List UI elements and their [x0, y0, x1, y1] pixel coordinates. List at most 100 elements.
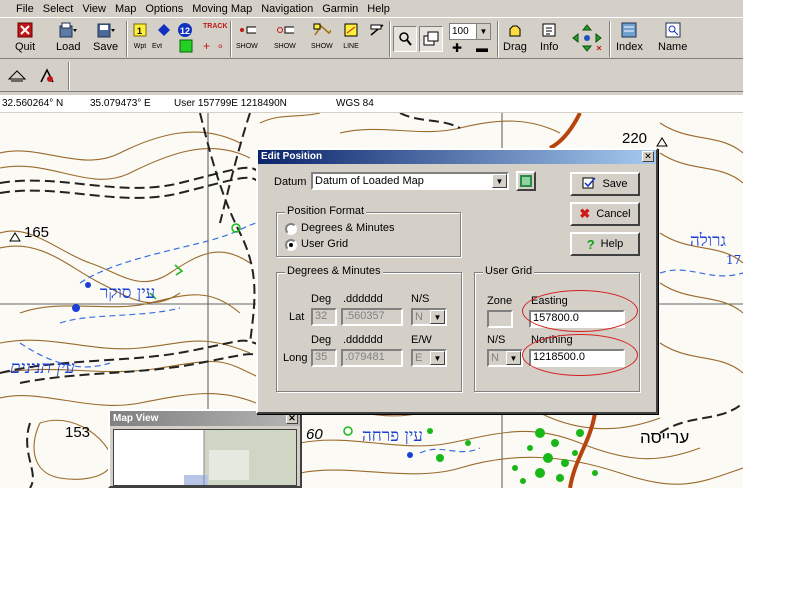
- toolbar-separator: [126, 21, 128, 57]
- menu-map[interactable]: Map: [115, 3, 136, 15]
- deg-header: Deg: [311, 334, 332, 346]
- deg-header: Deg: [311, 293, 332, 305]
- datum-map-button[interactable]: [516, 171, 536, 191]
- cancel-button[interactable]: ✖ Cancel: [570, 202, 640, 226]
- chevron-down-icon[interactable]: ▼: [476, 24, 490, 39]
- menu-view[interactable]: View: [82, 3, 106, 15]
- long-hemisphere-select[interactable]: E ▼: [411, 349, 447, 367]
- name-button[interactable]: Name: [658, 21, 687, 57]
- chevron-down-icon[interactable]: ▼: [506, 351, 521, 365]
- menu-options[interactable]: Options: [145, 3, 183, 15]
- chevron-down-icon[interactable]: ▼: [430, 351, 445, 365]
- menu-select[interactable]: Select: [43, 3, 74, 15]
- zoom-level-value: 100: [452, 26, 469, 37]
- waypoint-label: Wpt: [133, 43, 147, 50]
- chevron-down-icon[interactable]: ▼: [430, 310, 445, 324]
- map-place-label: עין סוקר: [100, 283, 156, 303]
- lat-hemisphere-select[interactable]: N ▼: [411, 308, 447, 326]
- svg-text:12: 12: [180, 26, 190, 36]
- magnifier-icon: [396, 30, 414, 48]
- long-decimal-value: .079481: [345, 351, 385, 363]
- long-decimal-field[interactable]: .079481: [341, 349, 403, 367]
- toolbar-separator: [389, 21, 391, 57]
- lat-degrees-value: 32: [315, 310, 328, 322]
- lat-decimal-value: .560357: [345, 310, 385, 322]
- show-label-1: SHOW: [236, 43, 258, 50]
- points-icon: [276, 21, 294, 39]
- map-view-title: Map View: [113, 413, 159, 424]
- help-button[interactable]: ? Help: [570, 232, 640, 256]
- menu-file[interactable]: File: [16, 3, 34, 15]
- zone-field[interactable]: [487, 310, 513, 328]
- cancel-x-icon: ✖: [579, 206, 591, 221]
- save-label: Save: [93, 41, 119, 53]
- save-button[interactable]: Save: [570, 172, 640, 196]
- datum-label: Datum: [274, 176, 307, 188]
- track-label: TRACK: [203, 23, 228, 30]
- save-icon: [97, 21, 115, 39]
- grid-ns-label: N/S: [487, 334, 506, 346]
- map-place-label: גרולה: [690, 231, 727, 251]
- diamond-icon: [155, 21, 173, 39]
- save-button[interactable]: Save: [93, 21, 118, 57]
- info-button[interactable]: Info: [540, 21, 558, 57]
- toolbar-separator: [497, 21, 499, 57]
- degrees-minutes-radio[interactable]: [285, 223, 297, 235]
- settings-tools-icon[interactable]: [38, 68, 56, 87]
- close-icon[interactable]: ✕: [642, 151, 654, 162]
- long-hemisphere-value: E: [415, 352, 423, 364]
- save-check-icon: [582, 177, 597, 192]
- show-route-button[interactable]: SHOW: [311, 21, 333, 57]
- user-grid-group-label: User Grid: [483, 265, 535, 277]
- event-label: Evt: [152, 43, 163, 50]
- decimal-header: .dddddd: [343, 334, 383, 346]
- map-view-window[interactable]: Map View ✕: [108, 409, 302, 488]
- dialog-title: Edit Position: [261, 151, 323, 162]
- load-button[interactable]: Load: [56, 21, 80, 57]
- show-track-button[interactable]: SHOW: [236, 21, 258, 57]
- pan-button[interactable]: [570, 21, 604, 57]
- lat-decimal-field[interactable]: .560357: [341, 308, 403, 326]
- quit-icon: [16, 21, 34, 39]
- line-measure-button[interactable]: [368, 21, 386, 57]
- chevron-down-icon[interactable]: ▼: [492, 174, 507, 188]
- load-label: Load: [56, 41, 81, 53]
- measure-icon: [368, 21, 386, 39]
- zoom-out-icon: ▬: [476, 41, 488, 55]
- lat-degrees-field[interactable]: 32: [311, 308, 337, 326]
- long-label: Long: [283, 352, 308, 364]
- menu-navigation[interactable]: Navigation: [261, 3, 313, 15]
- grid-ns-select[interactable]: N ▼: [487, 349, 523, 367]
- degrees-minutes-option-label[interactable]: Degrees & Minutes: [301, 222, 395, 234]
- toolbar-separator: [230, 21, 232, 57]
- show-points-button[interactable]: SHOW: [274, 21, 296, 57]
- line-icon: [342, 21, 360, 39]
- grid-ns-value: N: [491, 352, 499, 364]
- long-degrees-field[interactable]: 35: [311, 349, 337, 367]
- svg-text:1: 1: [137, 26, 142, 36]
- line-button[interactable]: LINE: [342, 21, 360, 57]
- menu-garmin[interactable]: Garmin: [322, 3, 358, 15]
- map-view-overview[interactable]: [113, 429, 297, 486]
- zoom-magnifier-button[interactable]: [393, 26, 417, 52]
- menu-help[interactable]: Help: [367, 3, 390, 15]
- zoom-in-icon: ✚: [452, 41, 463, 55]
- map-elevation-label: 220: [622, 130, 648, 147]
- window-mode-button[interactable]: [419, 26, 443, 52]
- quit-button[interactable]: Quit: [15, 21, 35, 57]
- datum-select[interactable]: Datum of Loaded Map ▼: [311, 172, 509, 190]
- waypoint-button[interactable]: 1 Wpt: [131, 21, 149, 57]
- dialog-titlebar[interactable]: Edit Position ✕: [258, 150, 656, 164]
- menu-moving-map[interactable]: Moving Map: [192, 3, 252, 15]
- map-picture-icon: [520, 175, 532, 187]
- drag-button[interactable]: Drag: [503, 21, 527, 57]
- zone-label: Zone: [487, 295, 513, 307]
- user-grid-option-label[interactable]: User Grid: [301, 238, 348, 250]
- user-grid-radio[interactable]: [285, 239, 297, 251]
- info-icon: [540, 21, 558, 39]
- help-question-icon: ?: [586, 236, 595, 252]
- map-layer-icon[interactable]: [7, 68, 27, 85]
- index-button[interactable]: Index: [616, 21, 643, 57]
- map-place-label: עין תנינים: [10, 358, 75, 378]
- zoom-level-select[interactable]: 100 ▼: [449, 23, 491, 40]
